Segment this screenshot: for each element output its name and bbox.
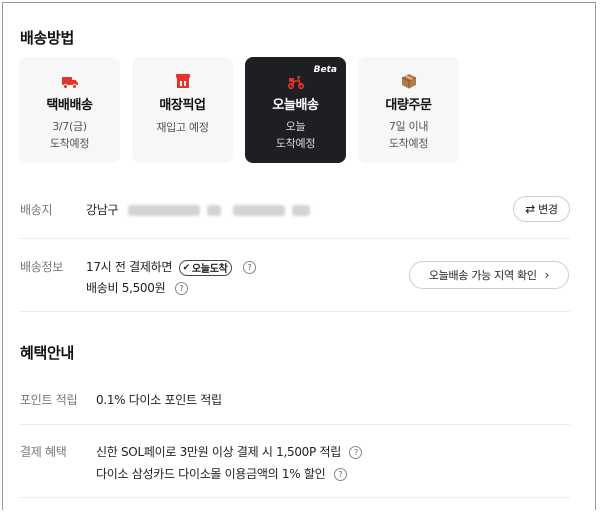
payment-benefit-text: 신한 SOL페이로 3만원 이상 결제 시 1,500P 적립 bbox=[96, 445, 341, 459]
option-sub: 3/7(금) 도착예정 bbox=[19, 118, 120, 152]
divider bbox=[20, 311, 570, 312]
payment-benefit-2: 다이소 삼성카드 다이소몰 이용금액의 1% 할인 ? bbox=[96, 465, 347, 482]
help-icon[interactable]: ? bbox=[243, 261, 257, 274]
area-check-label: 오늘배송 가능 지역 확인 bbox=[428, 269, 537, 282]
badge-label: 오늘도착 bbox=[191, 264, 228, 275]
payment-benefit-text: 다이소 삼성카드 다이소몰 이용금액의 1% 할인 bbox=[96, 467, 326, 481]
help-icon[interactable]: ? bbox=[333, 468, 347, 481]
shipping-option-bulk[interactable]: 대량주문 7일 이내 도착예정 bbox=[358, 57, 459, 163]
address-blurred bbox=[207, 205, 222, 216]
address-value: 강남구 bbox=[86, 201, 311, 218]
cutoff-text: 17시 전 결제하면 bbox=[86, 260, 173, 274]
address-blurred bbox=[127, 205, 200, 216]
option-sub: 7일 이내 도착예정 bbox=[358, 118, 459, 152]
address-blurred bbox=[292, 205, 311, 216]
option-date: 오늘 bbox=[285, 120, 306, 133]
address-district: 강남구 bbox=[86, 203, 119, 217]
payment-benefit-label: 결제 혜택 bbox=[20, 445, 67, 459]
shipping-options: 택배배송 3/7(금) 도착예정 매장픽업 재입고 예정 Beta 오늘배송 오… bbox=[19, 57, 459, 164]
delivery-info-line: 17시 전 결제하면 ✔ 오늘도착 ? bbox=[86, 258, 257, 276]
option-label: 오늘배송 bbox=[272, 98, 319, 113]
option-sub: 오늘 도착예정 bbox=[245, 118, 346, 152]
points-value: 0.1% 다이소 포인트 적립 bbox=[96, 393, 222, 407]
points-label: 포인트 적립 bbox=[20, 393, 78, 407]
help-icon[interactable]: ? bbox=[349, 446, 363, 459]
delivery-truck-icon bbox=[19, 72, 120, 92]
address-label: 배송지 bbox=[20, 203, 53, 217]
change-address-button[interactable]: ⇄ 변경 bbox=[513, 196, 570, 222]
shipping-option-today[interactable]: Beta 오늘배송 오늘 도착예정 bbox=[245, 57, 346, 163]
shipping-method-title: 배송방법 bbox=[20, 29, 75, 47]
shipping-fee: 배송비 5,500원 bbox=[86, 281, 166, 295]
change-label: 변경 bbox=[538, 203, 558, 216]
divider bbox=[20, 424, 570, 425]
option-label: 매장픽업 bbox=[159, 98, 206, 113]
delivery-area-check-button[interactable]: 오늘배송 가능 지역 확인 › bbox=[409, 261, 569, 289]
payment-benefit-1: 신한 SOL페이로 3만원 이상 결제 시 1,500P 적립 ? bbox=[96, 443, 363, 460]
today-arrival-badge: ✔ 오늘도착 bbox=[178, 259, 232, 276]
option-date: 3/7(금) bbox=[52, 120, 87, 133]
option-status: 도착예정 bbox=[275, 137, 316, 150]
shipping-fee-line: 배송비 5,500원 ? bbox=[86, 279, 188, 296]
delivery-info-label: 배송정보 bbox=[20, 260, 63, 274]
divider bbox=[20, 497, 570, 498]
help-icon[interactable]: ? bbox=[174, 282, 188, 295]
box-icon bbox=[358, 72, 459, 92]
address-blurred bbox=[232, 205, 285, 216]
option-status: 도착예정 bbox=[49, 137, 90, 150]
scooter-icon bbox=[245, 72, 346, 92]
option-date: 7일 이내 bbox=[388, 120, 429, 133]
chevron-right-icon: › bbox=[544, 268, 550, 282]
shipping-option-parcel[interactable]: 택배배송 3/7(금) 도착예정 bbox=[19, 57, 120, 163]
option-label: 택배배송 bbox=[46, 98, 93, 113]
option-status: 재입고 예정 bbox=[156, 121, 209, 134]
shipping-option-pickup[interactable]: 매장픽업 재입고 예정 bbox=[132, 57, 233, 163]
option-label: 대량주문 bbox=[385, 98, 432, 113]
store-icon bbox=[132, 72, 233, 92]
benefits-title: 혜택안내 bbox=[20, 344, 75, 362]
check-icon: ✔ bbox=[182, 262, 191, 273]
option-status: 도착예정 bbox=[388, 137, 429, 150]
divider bbox=[20, 238, 570, 239]
option-sub: 재입고 예정 bbox=[132, 119, 233, 136]
swap-icon: ⇄ bbox=[525, 202, 536, 216]
